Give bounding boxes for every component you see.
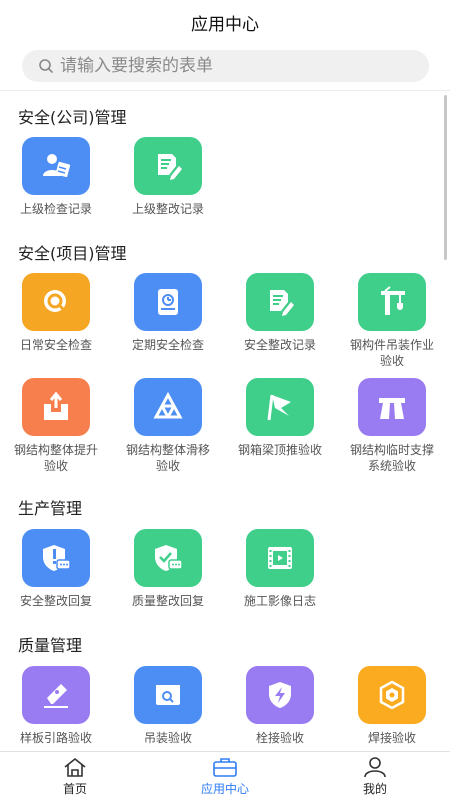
tab-home[interactable]: 首页 bbox=[0, 752, 150, 800]
bolt-shield-icon bbox=[269, 682, 291, 708]
app-grid[interactable]: 安全(公司)管理 上级检查记录 上级整改记录 安全(项目)管理 日常安全检查 定… bbox=[0, 91, 450, 751]
app-item-label: 钢结构临时支撑系统验收 bbox=[349, 443, 434, 473]
app-item-periodic-inspection[interactable]: 定期安全检查 bbox=[112, 273, 224, 353]
inspector-icon bbox=[43, 154, 71, 178]
road-icon bbox=[379, 398, 405, 419]
app-item-label: 钢构件吊装作业验收 bbox=[349, 338, 434, 368]
section-title-project-safety: 安全(项目)管理 bbox=[18, 244, 127, 263]
app-item-daily-inspection[interactable]: 日常安全检查 bbox=[0, 273, 112, 353]
header: 应用中心 bbox=[0, 0, 450, 44]
app-item-label: 上级检查记录 bbox=[19, 202, 92, 216]
section-title-quality: 质量管理 bbox=[18, 636, 83, 655]
app-item-quality-reply[interactable]: 质量整改回复 bbox=[112, 529, 224, 609]
app-item-safety-reply[interactable]: 安全整改回复 bbox=[0, 529, 112, 609]
app-item-label: 钢结构整体提升验收 bbox=[13, 443, 98, 473]
app-item-label: 钢箱梁顶推验收 bbox=[237, 443, 322, 457]
app-item-label: 安全整改回复 bbox=[19, 594, 92, 608]
home-icon bbox=[64, 757, 86, 777]
box-search-icon bbox=[156, 685, 180, 705]
edit-doc-icon bbox=[270, 290, 294, 316]
section-title-company-safety: 安全(公司)管理 bbox=[18, 108, 127, 127]
search-input[interactable] bbox=[60, 56, 400, 76]
tab-label: 我的 bbox=[362, 781, 387, 796]
app-item-label: 质量整改回复 bbox=[131, 594, 204, 608]
clock-book-icon bbox=[158, 289, 178, 315]
app-item-label: 安全整改记录 bbox=[243, 338, 316, 352]
app-item-steel-sliding[interactable]: 钢结构整体滑移验收 bbox=[112, 378, 224, 474]
truss-icon bbox=[153, 391, 183, 419]
tab-label: 首页 bbox=[62, 781, 87, 796]
app-item-label: 施工影像日志 bbox=[243, 594, 316, 608]
hex-icon bbox=[379, 680, 405, 710]
page-title: 应用中心 bbox=[191, 14, 259, 35]
app-item-label: 吊装验收 bbox=[143, 731, 192, 745]
app-item-construction-log[interactable]: 施工影像日志 bbox=[224, 529, 336, 609]
film-icon bbox=[268, 547, 292, 569]
app-item-label: 定期安全检查 bbox=[131, 338, 204, 352]
app-item-box-girder-push[interactable]: 钢箱梁顶推验收 bbox=[224, 378, 336, 458]
search-bar[interactable] bbox=[22, 50, 429, 82]
pen-icon bbox=[44, 684, 68, 708]
tab-label: 应用中心 bbox=[200, 781, 249, 796]
app-item-label: 样板引路验收 bbox=[19, 731, 92, 745]
tab-mine[interactable]: 我的 bbox=[300, 752, 450, 800]
user-icon bbox=[364, 756, 386, 777]
flag-icon bbox=[267, 394, 291, 421]
app-item-label: 上级整改记录 bbox=[131, 202, 204, 216]
section-title-production: 生产管理 bbox=[18, 499, 83, 518]
crane-icon bbox=[381, 286, 405, 315]
app-item-sample-guide[interactable]: 样板引路验收 bbox=[0, 666, 112, 746]
magnifier-icon bbox=[44, 290, 66, 312]
app-item-bolting-acceptance[interactable]: 栓接验收 bbox=[224, 666, 336, 746]
shield-chat-icon bbox=[155, 545, 183, 571]
app-item-hoisting-acceptance[interactable]: 吊装验收 bbox=[112, 666, 224, 746]
app-item-steel-hoisting[interactable]: 钢构件吊装作业验收 bbox=[336, 273, 448, 369]
app-item-steel-lifting[interactable]: 钢结构整体提升验收 bbox=[0, 378, 112, 474]
app-item-temporary-support[interactable]: 钢结构临时支撑系统验收 bbox=[336, 378, 448, 474]
briefcase-icon bbox=[213, 757, 237, 777]
shield-chat-icon bbox=[43, 545, 71, 571]
scrollbar[interactable] bbox=[444, 95, 447, 260]
search-icon bbox=[39, 59, 53, 73]
app-item-label: 钢结构整体滑移验收 bbox=[125, 443, 210, 473]
app-item-welding-acceptance[interactable]: 焊接验收 bbox=[336, 666, 448, 746]
app-item-superior-inspection[interactable]: 上级检查记录 bbox=[0, 137, 112, 217]
app-item-label: 焊接验收 bbox=[367, 731, 416, 745]
tab-app-center[interactable]: 应用中心 bbox=[150, 752, 300, 800]
lift-box-icon bbox=[44, 391, 68, 420]
app-item-superior-rectification[interactable]: 上级整改记录 bbox=[112, 137, 224, 217]
app-item-label: 栓接验收 bbox=[255, 731, 304, 745]
app-item-label: 日常安全检查 bbox=[19, 338, 92, 352]
app-item-safety-rectification[interactable]: 安全整改记录 bbox=[224, 273, 336, 353]
bottom-tab-bar: 首页 应用中心 我的 bbox=[0, 751, 450, 800]
edit-doc-icon bbox=[158, 154, 182, 180]
